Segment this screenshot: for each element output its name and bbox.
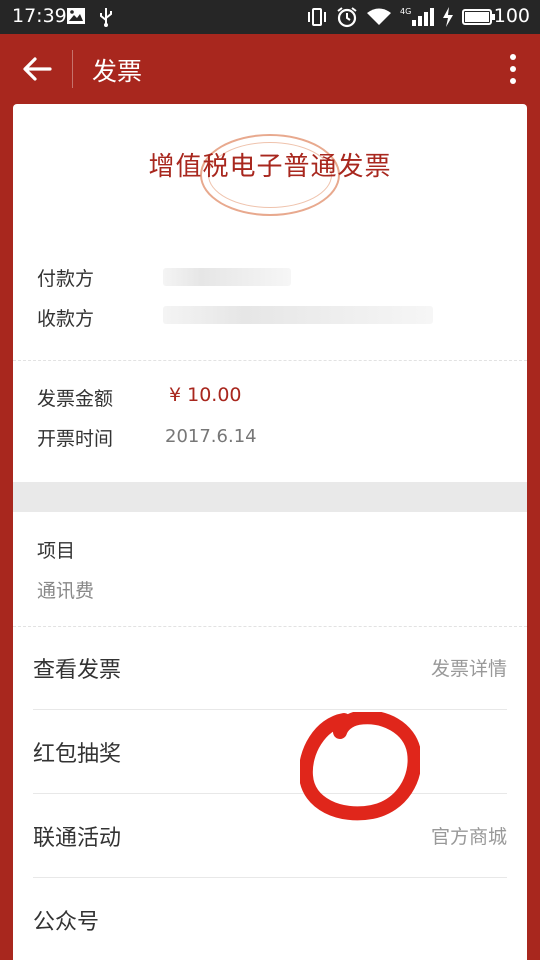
status-time: 17:39 bbox=[12, 5, 67, 27]
vibrate-icon bbox=[306, 7, 328, 31]
menu-item-label: 联通活动 bbox=[33, 826, 122, 851]
divider bbox=[13, 360, 527, 361]
date-value: 2017.6.14 bbox=[165, 426, 257, 447]
date-label: 开票时间 bbox=[37, 428, 114, 450]
more-menu-icon[interactable] bbox=[508, 51, 518, 87]
menu-item-label: 红包抽奖 bbox=[33, 742, 122, 767]
charging-icon bbox=[442, 7, 454, 31]
annotation-circle bbox=[300, 712, 420, 821]
usb-icon bbox=[98, 7, 114, 31]
app-bar-divider bbox=[72, 50, 73, 88]
app-bar: 发票 bbox=[0, 34, 540, 104]
back-arrow-icon[interactable] bbox=[20, 52, 54, 86]
page-title: 发票 bbox=[92, 57, 143, 86]
menu-item-unicom-activity[interactable]: 联通活动 官方商城 bbox=[33, 794, 507, 878]
invoice-title: 增值税电子普通发票 bbox=[148, 152, 392, 182]
status-bar: 17:39 4G 100 bbox=[0, 0, 540, 34]
payer-name-redacted bbox=[163, 268, 291, 286]
menu-item-label: 公众号 bbox=[33, 910, 100, 935]
battery-percent: 100 bbox=[493, 5, 530, 27]
payer-label: 付款方 bbox=[37, 268, 95, 290]
svg-text:4G: 4G bbox=[400, 7, 411, 16]
menu-item-view-invoice[interactable]: 查看发票 发票详情 bbox=[33, 626, 507, 710]
menu-item-label: 查看发票 bbox=[33, 658, 122, 683]
amount-label: 发票金额 bbox=[37, 388, 114, 410]
section-gap bbox=[13, 482, 527, 512]
menu-item-value: 官方商城 bbox=[430, 826, 507, 848]
4g-signal-icon: 4G bbox=[400, 6, 434, 32]
image-icon bbox=[66, 7, 86, 29]
amount-value: ¥ 10.00 bbox=[169, 384, 242, 406]
invoice-card: 增值税电子普通发票 付款方 收款方 发票金额 ¥ 10.00 开票时间 2017… bbox=[13, 104, 527, 960]
menu-item-official-account[interactable]: 公众号 bbox=[33, 878, 507, 960]
alarm-icon bbox=[336, 6, 358, 32]
payee-label: 收款方 bbox=[37, 308, 95, 330]
menu-item-value: 发票详情 bbox=[430, 658, 507, 680]
wifi-icon bbox=[366, 7, 392, 31]
payee-name-redacted bbox=[163, 306, 433, 324]
menu-item-red-packet[interactable]: 红包抽奖 bbox=[33, 710, 507, 794]
item-label: 项目 bbox=[37, 540, 76, 562]
battery-icon bbox=[462, 9, 495, 25]
item-value: 通讯费 bbox=[37, 580, 95, 602]
